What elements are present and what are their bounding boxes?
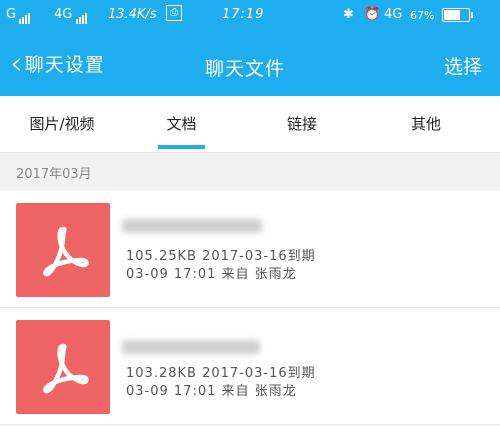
status-bar: G 4G 13.4K/s ⎙ 17:19 ✱ ⏰ 4G 67% bbox=[0, 0, 500, 30]
chat-files-screen: G 4G 13.4K/s ⎙ 17:19 ✱ ⏰ 4G 67% ‹ 聊天设置 聊… bbox=[0, 0, 500, 427]
pdf-file-icon bbox=[16, 203, 110, 297]
file-size-expiry: 103.28KB 2017-03-16到期 bbox=[126, 366, 316, 381]
blurred-file-name bbox=[122, 219, 262, 233]
tab-images-videos[interactable]: 图片/视频 bbox=[12, 96, 112, 152]
tab-others[interactable]: 其他 bbox=[386, 96, 466, 152]
clock: 17:19 bbox=[222, 7, 265, 22]
signal-icon-2 bbox=[76, 9, 88, 24]
battery-percent: 67% bbox=[410, 9, 435, 22]
select-button[interactable]: 选择 bbox=[444, 52, 482, 79]
page-title: 聊天文件 bbox=[204, 58, 285, 80]
file-list-item[interactable]: 103.28KB 2017-03-16到期 03-09 17:01 来自 张雨龙 bbox=[0, 308, 500, 425]
tab-bar: 图片/视频 文档 链接 其他 bbox=[0, 96, 500, 153]
tab-links[interactable]: 链接 bbox=[262, 96, 342, 152]
file-list-item[interactable]: 105.25KB 2017-03-16到期 03-09 17:01 来自 张雨龙 bbox=[0, 191, 500, 308]
alarm-icon: ⏰ bbox=[364, 7, 381, 22]
network-speed: 13.4K/s bbox=[108, 7, 157, 22]
battery-icon bbox=[442, 8, 473, 22]
active-tab-indicator bbox=[158, 145, 205, 149]
month-section-header: 2017年03月 bbox=[0, 153, 500, 190]
nav-bar: ‹ 聊天设置 聊天文件 选择 bbox=[0, 30, 500, 96]
file-size-expiry: 105.25KB 2017-03-16到期 bbox=[126, 249, 316, 264]
signal-icon bbox=[19, 9, 31, 24]
network-4g-label: 4G bbox=[384, 7, 403, 22]
carrier-label: G bbox=[6, 7, 17, 22]
tab-documents[interactable]: 文档 bbox=[140, 96, 223, 152]
bluetooth-icon: ✱ bbox=[343, 7, 354, 22]
pdf-file-icon bbox=[16, 320, 110, 414]
file-date-sender: 03-09 17:01 来自 张雨龙 bbox=[126, 267, 297, 282]
file-date-sender: 03-09 17:01 来自 张雨龙 bbox=[126, 384, 297, 399]
notification-icon: ⎙ bbox=[166, 5, 182, 21]
blurred-file-name bbox=[122, 340, 260, 354]
network-type-label: 4G bbox=[54, 7, 73, 22]
month-label: 2017年03月 bbox=[16, 167, 92, 182]
